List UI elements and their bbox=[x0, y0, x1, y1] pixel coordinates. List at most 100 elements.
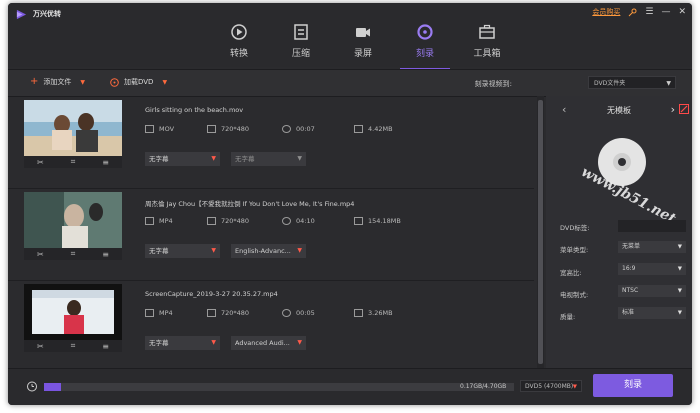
convert-icon bbox=[231, 24, 247, 40]
tab-label: 刻录 bbox=[415, 49, 434, 59]
effects-icon[interactable]: ≡ bbox=[101, 158, 111, 167]
app-logo-icon bbox=[16, 9, 27, 19]
video-thumbnail[interactable] bbox=[24, 192, 122, 248]
effects-icon[interactable]: ≡ bbox=[101, 342, 111, 351]
tab-label: 转换 bbox=[229, 49, 248, 59]
chevron-down-icon: ▼ bbox=[572, 384, 577, 390]
file-list-scrollbar[interactable] bbox=[537, 96, 544, 368]
thumbnail-tools: ✂ ⌗ ≡ bbox=[24, 340, 122, 352]
record-icon bbox=[356, 28, 370, 37]
menu-icon[interactable]: ☰ bbox=[645, 7, 653, 17]
close-icon[interactable]: ✕ bbox=[678, 7, 686, 17]
size-info: 154.18MB bbox=[354, 217, 401, 225]
audio-select[interactable]: Advanced Audi... ▼ bbox=[231, 336, 306, 350]
disc-type-select[interactable]: DVD5 (4700MB) ▼ bbox=[520, 380, 582, 392]
menu-type-label: 菜单类型: bbox=[560, 246, 589, 254]
resolution-icon bbox=[207, 217, 216, 225]
key-icon[interactable] bbox=[628, 8, 637, 17]
scissors-icon[interactable]: ✂ bbox=[35, 158, 45, 167]
file-name: ScreenCapture_2019-3-27 20.35.27.mp4 bbox=[145, 290, 278, 298]
chevron-down-icon[interactable]: ▼ bbox=[162, 79, 167, 86]
minimize-icon[interactable]: — bbox=[661, 7, 670, 17]
clock-icon bbox=[282, 217, 291, 225]
duration-value: 00:07 bbox=[296, 125, 315, 133]
file-row: ✂ ⌗ ≡ Girls sitting on the beach.mov MOV… bbox=[8, 96, 534, 189]
film-icon bbox=[145, 217, 154, 225]
tab-label: 录屏 bbox=[353, 49, 372, 59]
chevron-down-icon: ▼ bbox=[211, 155, 216, 162]
crop-icon[interactable]: ⌗ bbox=[68, 341, 78, 351]
burn-button[interactable]: 刻录 bbox=[593, 374, 673, 397]
edit-template-icon[interactable] bbox=[679, 104, 689, 114]
chevron-down-icon: ▼ bbox=[297, 339, 302, 346]
resolution-info: 720*480 bbox=[207, 125, 249, 133]
effects-icon[interactable]: ≡ bbox=[101, 250, 111, 259]
tab-compress[interactable]: 压缩 bbox=[270, 21, 332, 67]
vip-purchase-link[interactable]: 会员购买 bbox=[592, 7, 620, 17]
tab-label: 压缩 bbox=[291, 49, 310, 59]
burn-target-select[interactable]: DVD文件夹 ▼ bbox=[588, 76, 676, 89]
dvd-label-input[interactable] bbox=[618, 220, 686, 232]
tab-toolbox[interactable]: 工具箱 bbox=[456, 21, 518, 67]
chevron-down-icon: ▼ bbox=[677, 310, 682, 316]
size-info: 3.26MB bbox=[354, 309, 393, 317]
add-files-label: 添加文件 bbox=[43, 78, 72, 86]
duration-value: 04:10 bbox=[296, 217, 315, 225]
chevron-down-icon: ▼ bbox=[211, 247, 216, 254]
chevron-down-icon: ▼ bbox=[211, 339, 216, 346]
audio-select[interactable]: English-Advanc... ▼ bbox=[231, 244, 306, 258]
format-value: MP4 bbox=[159, 309, 173, 317]
crop-icon[interactable]: ⌗ bbox=[68, 249, 78, 259]
resolution-info: 720*480 bbox=[207, 217, 249, 225]
folder-icon bbox=[354, 309, 363, 317]
audio-select[interactable]: 无字幕 ▼ bbox=[231, 152, 306, 166]
burn-target-value: DVD文件夹 bbox=[594, 80, 626, 87]
alarm-clock-icon[interactable] bbox=[26, 380, 38, 392]
add-files-button[interactable]: + 添加文件 ▼ bbox=[30, 77, 85, 87]
toolbox-icon bbox=[479, 24, 495, 39]
tab-convert[interactable]: 转换 bbox=[208, 21, 270, 67]
load-dvd-button[interactable]: 加载DVD ▼ bbox=[110, 77, 167, 87]
video-thumbnail[interactable] bbox=[24, 284, 122, 340]
scissors-icon[interactable]: ✂ bbox=[35, 342, 45, 351]
brand: 万兴优转 bbox=[16, 8, 61, 20]
scrollbar-thumb[interactable] bbox=[538, 100, 543, 364]
scissors-icon[interactable]: ✂ bbox=[35, 250, 45, 259]
disc-usage-bar bbox=[44, 383, 514, 391]
chevron-down-icon: ▼ bbox=[666, 80, 671, 87]
subtitle-select[interactable]: 无字幕 ▼ bbox=[145, 152, 220, 166]
thumbnail-tools: ✂ ⌗ ≡ bbox=[24, 156, 122, 168]
dvd-settings-panel: ‹ 无模板 › www.jb51.net DVD标签: 菜单类型: 无菜单 ▼ 宽… bbox=[546, 96, 692, 368]
toolbar: + 添加文件 ▼ 加载DVD ▼ 刻录视频到: DVD文件夹 ▼ bbox=[8, 69, 692, 97]
template-navigator: ‹ 无模板 › bbox=[546, 103, 692, 117]
clock-icon bbox=[282, 309, 291, 317]
format-info: MOV bbox=[145, 125, 174, 133]
subtitle-select[interactable]: 无字幕 ▼ bbox=[145, 244, 220, 258]
clock-icon bbox=[282, 125, 291, 133]
chevron-down-icon: ▼ bbox=[297, 155, 302, 162]
tv-standard-value: NTSC bbox=[622, 287, 639, 294]
format-value: MOV bbox=[159, 125, 175, 133]
tab-label: 工具箱 bbox=[473, 49, 501, 59]
tab-record[interactable]: 录屏 bbox=[332, 21, 394, 67]
bottom-bar: 0.17GB/4.70GB DVD5 (4700MB) ▼ 刻录 bbox=[8, 368, 692, 405]
title-bar: 万兴优转 转换 压缩 录屏 刻录 工具箱 会员购买 ☰ — ✕ bbox=[8, 3, 692, 70]
chevron-down-icon[interactable]: ▼ bbox=[80, 79, 85, 86]
file-name: Girls sitting on the beach.mov bbox=[145, 106, 244, 114]
tab-burn[interactable]: 刻录 bbox=[394, 21, 456, 70]
resolution-value: 720*480 bbox=[221, 217, 250, 225]
video-thumbnail[interactable] bbox=[24, 100, 122, 156]
chevron-right-icon[interactable]: › bbox=[671, 103, 675, 116]
file-row: ✂ ⌗ ≡ 周杰倫 Jay Chou【不愛我就拉倒 If You Don't L… bbox=[8, 188, 534, 281]
disc-type-value: DVD5 (4700MB) bbox=[525, 383, 574, 390]
subtitle-value: 无字幕 bbox=[149, 247, 169, 255]
tv-standard-select[interactable]: NTSC ▼ bbox=[618, 285, 686, 297]
subtitle-select[interactable]: 无字幕 ▼ bbox=[145, 336, 220, 350]
resolution-info: 720*480 bbox=[207, 309, 249, 317]
menu-type-select[interactable]: 无菜单 ▼ bbox=[618, 241, 686, 253]
crop-icon[interactable]: ⌗ bbox=[68, 157, 78, 167]
aspect-ratio-select[interactable]: 16:9 ▼ bbox=[618, 263, 686, 275]
dvd-label-label: DVD标签: bbox=[560, 224, 590, 232]
quality-select[interactable]: 标准 ▼ bbox=[618, 307, 686, 319]
file-list: ✂ ⌗ ≡ Girls sitting on the beach.mov MOV… bbox=[8, 96, 534, 373]
